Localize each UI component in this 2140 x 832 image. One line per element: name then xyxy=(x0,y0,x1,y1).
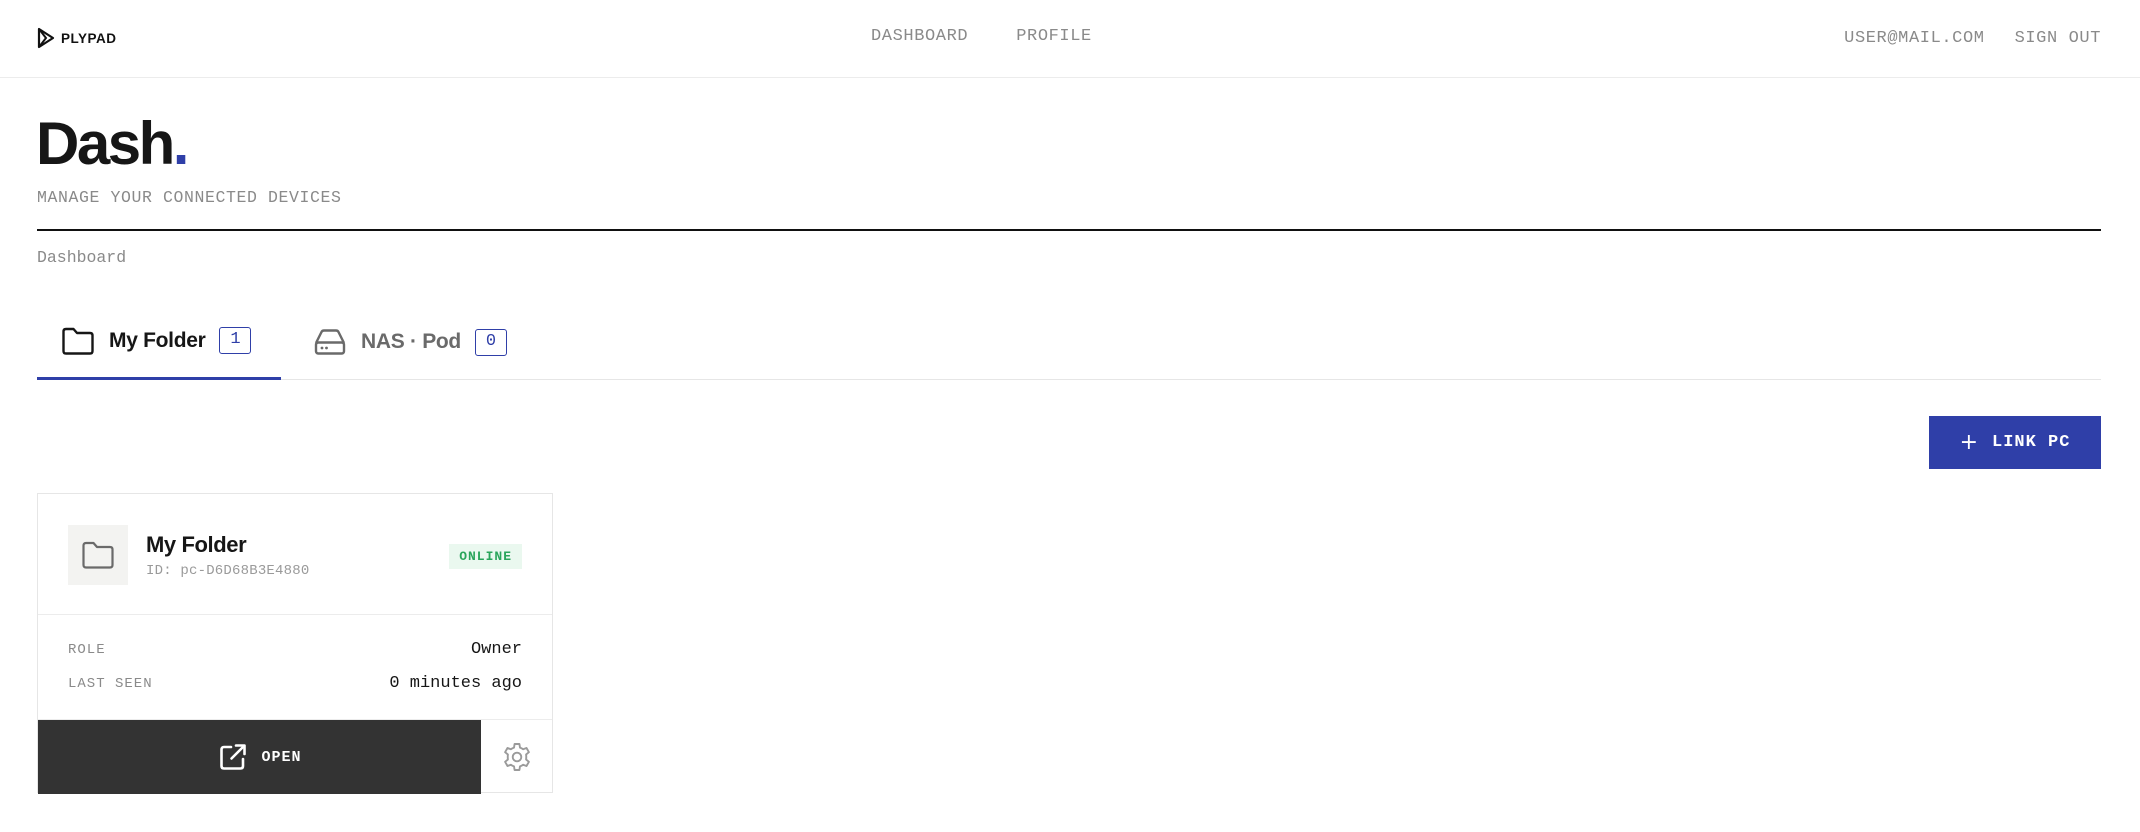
page-subtitle: MANAGE YOUR CONNECTED DEVICES xyxy=(37,188,342,207)
device-role-row: ROLE Owner xyxy=(68,640,522,659)
tab-my-folder-count: 1 xyxy=(219,327,252,354)
tab-my-folder-label: My Folder xyxy=(109,328,206,352)
device-avatar xyxy=(68,525,128,585)
role-value: Owner xyxy=(470,640,522,659)
breadcrumb: Dashboard xyxy=(37,248,127,267)
tab-nas-pod-label: NAS · Pod xyxy=(361,330,461,353)
plypad-logo-icon xyxy=(37,27,55,49)
status-badge: ONLINE xyxy=(449,544,522,569)
open-device-button[interactable]: OPEN xyxy=(38,720,481,794)
last-seen-value: 0 minutes ago xyxy=(389,674,522,693)
device-id: ID: pc-D6D68B3E4880 xyxy=(146,563,310,579)
link-pc-button[interactable]: + LINK PC xyxy=(1929,416,2101,469)
device-card: My Folder ID: pc-D6D68B3E4880 ONLINE ROL… xyxy=(37,493,553,794)
device-card-actions: OPEN xyxy=(38,719,552,794)
page-title-text: Dash xyxy=(36,110,175,177)
folder-icon xyxy=(62,327,94,355)
device-tabs: My Folder 1 NAS · Pod 0 xyxy=(37,306,2101,380)
link-pc-label: LINK PC xyxy=(1992,433,2071,452)
tab-nas-pod[interactable]: NAS · Pod 0 xyxy=(305,306,531,380)
sign-out-link[interactable]: SIGN OUT xyxy=(2015,29,2101,48)
device-settings-button[interactable] xyxy=(481,720,552,794)
folder-icon xyxy=(82,541,114,569)
header-divider xyxy=(37,229,2101,231)
device-card-header: My Folder ID: pc-D6D68B3E4880 ONLINE xyxy=(38,494,552,615)
last-seen-label: LAST SEEN xyxy=(68,675,153,692)
gear-icon xyxy=(503,743,530,771)
device-name: My Folder xyxy=(146,532,247,557)
tab-my-folder[interactable]: My Folder 1 xyxy=(37,306,281,380)
brand[interactable]: PLYPAD xyxy=(37,27,117,49)
page-title: Dash. xyxy=(36,114,189,174)
external-link-icon xyxy=(220,744,247,770)
hard-drive-icon xyxy=(314,329,346,355)
top-bar: PLYPAD DASHBOARD PROFILE USER@MAIL.COM S… xyxy=(0,0,2140,78)
nav-profile-link[interactable]: PROFILE xyxy=(1016,27,1092,46)
tab-nas-pod-count: 0 xyxy=(474,328,507,356)
user-bar: USER@MAIL.COM SIGN OUT xyxy=(1844,29,2101,48)
plus-icon: + xyxy=(1959,429,1978,455)
nav-dashboard-link[interactable]: DASHBOARD xyxy=(871,27,968,46)
role-label: ROLE xyxy=(68,641,106,658)
main-nav: DASHBOARD PROFILE xyxy=(871,27,1092,46)
device-last-seen-row: LAST SEEN 0 minutes ago xyxy=(68,674,522,693)
brand-name: PLYPAD xyxy=(61,30,117,46)
open-label: OPEN xyxy=(261,748,302,766)
page-title-dot: . xyxy=(172,110,190,177)
user-email-link[interactable]: USER@MAIL.COM xyxy=(1844,29,1984,48)
